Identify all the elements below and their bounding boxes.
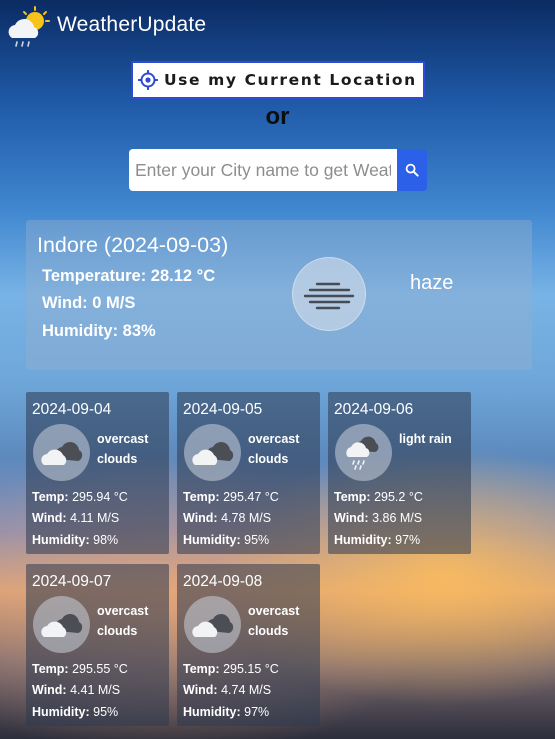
forecast-humidity-value: 97% (244, 705, 270, 719)
use-current-location-button[interactable]: Use my Current Location (131, 61, 425, 99)
forecast-humidity-value: 97% (395, 533, 421, 547)
forecast-card: 2024-09-06 light rain Temp: 295.2 °C Win… (328, 392, 471, 554)
forecast-wind-label: Wind: (32, 511, 67, 525)
forecast-description-line1: overcast (97, 604, 149, 618)
search-icon (405, 163, 419, 177)
forecast-card: 2024-09-08 overcast clouds Temp: 295.15 … (177, 564, 320, 726)
forecast-date: 2024-09-05 (183, 401, 263, 418)
forecast-temp-label: Temp: (183, 490, 220, 504)
forecast-wind: Wind: 4.78 M/S (183, 511, 271, 525)
crosshair-icon (138, 70, 158, 90)
cloud-sun-rain-icon (8, 6, 50, 47)
forecast-wind: Wind: 3.86 M/S (334, 511, 422, 525)
forecast-description-line1: light rain (399, 432, 452, 446)
forecast-icon-badge (33, 596, 90, 653)
light-rain-icon (345, 436, 378, 470)
forecast-description-line2: clouds (97, 452, 138, 466)
forecast-temp-label: Temp: (32, 490, 69, 504)
city-search (129, 149, 427, 191)
forecast-temp-value: 295.47 °C (223, 490, 279, 504)
overcast-clouds-icon (40, 613, 82, 637)
or-separator: or (265, 103, 290, 130)
forecast-humidity-value: 98% (93, 533, 119, 547)
forecast-date: 2024-09-04 (32, 401, 112, 418)
current-wind: Wind: 0 M/S (42, 294, 136, 312)
forecast-card: 2024-09-04 overcast clouds Temp: 295.94 … (26, 392, 169, 554)
current-weather-description: haze (410, 272, 454, 294)
forecast-temp-label: Temp: (32, 662, 69, 676)
use-current-location-label: Use my Current Location (164, 71, 417, 89)
search-button[interactable] (397, 149, 427, 191)
overcast-clouds-icon (191, 441, 233, 465)
forecast-card: 2024-09-07 overcast clouds Temp: 295.55 … (26, 564, 169, 726)
overcast-clouds-icon (191, 613, 233, 637)
forecast-wind-label: Wind: (32, 683, 67, 697)
forecast-description-line2: clouds (248, 624, 289, 638)
forecast-wind-value: 4.41 M/S (70, 683, 121, 697)
forecast-card: 2024-09-05 overcast clouds Temp: 295.47 … (177, 392, 320, 554)
forecast-description: overcast clouds (97, 601, 169, 641)
forecast-temp: Temp: 295.94 °C (32, 490, 128, 504)
forecast-icon-badge (184, 596, 241, 653)
forecast-wind-value: 4.11 M/S (70, 511, 120, 525)
forecast-humidity: Humidity: 95% (32, 705, 118, 719)
forecast-wind: Wind: 4.11 M/S (32, 511, 119, 525)
forecast-temp: Temp: 295.2 °C (334, 490, 423, 504)
forecast-humidity: Humidity: 97% (334, 533, 420, 547)
forecast-humidity-label: Humidity: (183, 705, 241, 719)
forecast-wind-label: Wind: (183, 683, 218, 697)
forecast-temp-value: 295.55 °C (72, 662, 128, 676)
forecast-humidity: Humidity: 98% (32, 533, 118, 547)
forecast-date: 2024-09-07 (32, 573, 112, 590)
forecast-temp-label: Temp: (334, 490, 371, 504)
forecast-description-line1: overcast (97, 432, 149, 446)
forecast-date: 2024-09-08 (183, 573, 263, 590)
forecast-humidity-value: 95% (244, 533, 270, 547)
app-title: WeatherUpdate (57, 13, 207, 36)
forecast-temp: Temp: 295.55 °C (32, 662, 128, 676)
forecast-description-line2: clouds (97, 624, 138, 638)
forecast-temp-value: 295.2 °C (374, 490, 423, 504)
forecast-humidity-label: Humidity: (32, 533, 90, 547)
forecast-humidity-label: Humidity: (334, 533, 392, 547)
forecast-wind-label: Wind: (334, 511, 369, 525)
current-humidity: Humidity: 83% (42, 322, 156, 340)
haze-icon (303, 282, 355, 310)
app-header: WeatherUpdate (0, 0, 555, 52)
forecast-description-line1: overcast (248, 604, 300, 618)
city-search-input[interactable] (129, 149, 397, 191)
forecast-temp-label: Temp: (183, 662, 220, 676)
forecast-wind-label: Wind: (183, 511, 218, 525)
forecast-humidity: Humidity: 97% (183, 705, 269, 719)
overcast-clouds-icon (40, 441, 82, 465)
forecast-humidity-label: Humidity: (32, 705, 90, 719)
forecast-wind-value: 4.78 M/S (221, 511, 272, 525)
forecast-date: 2024-09-06 (334, 401, 414, 418)
forecast-wind-value: 4.74 M/S (221, 683, 272, 697)
forecast-description: overcast clouds (248, 429, 320, 469)
forecast-wind: Wind: 4.74 M/S (183, 683, 271, 697)
forecast-icon-badge (335, 424, 392, 481)
forecast-description: overcast clouds (248, 601, 320, 641)
current-weather-icon-badge (292, 257, 366, 331)
forecast-description: light rain (399, 429, 471, 449)
current-weather-panel: Indore (2024-09-03) Temperature: 28.12 °… (26, 220, 532, 370)
forecast-wind-value: 3.86 M/S (372, 511, 423, 525)
forecast-description-line1: overcast (248, 432, 300, 446)
forecast-icon-badge (33, 424, 90, 481)
forecast-temp: Temp: 295.47 °C (183, 490, 279, 504)
forecast-temp: Temp: 295.15 °C (183, 662, 279, 676)
forecast-temp-value: 295.94 °C (72, 490, 128, 504)
forecast-temp-value: 295.15 °C (223, 662, 279, 676)
forecast-wind: Wind: 4.41 M/S (32, 683, 120, 697)
forecast-icon-badge (184, 424, 241, 481)
forecast-humidity-label: Humidity: (183, 533, 241, 547)
forecast-humidity-value: 95% (93, 705, 119, 719)
forecast-description-line2: clouds (248, 452, 289, 466)
current-temperature: Temperature: 28.12 °C (42, 267, 216, 285)
current-weather-title: Indore (2024-09-03) (37, 233, 229, 257)
forecast-humidity: Humidity: 95% (183, 533, 269, 547)
forecast-description: overcast clouds (97, 429, 169, 469)
